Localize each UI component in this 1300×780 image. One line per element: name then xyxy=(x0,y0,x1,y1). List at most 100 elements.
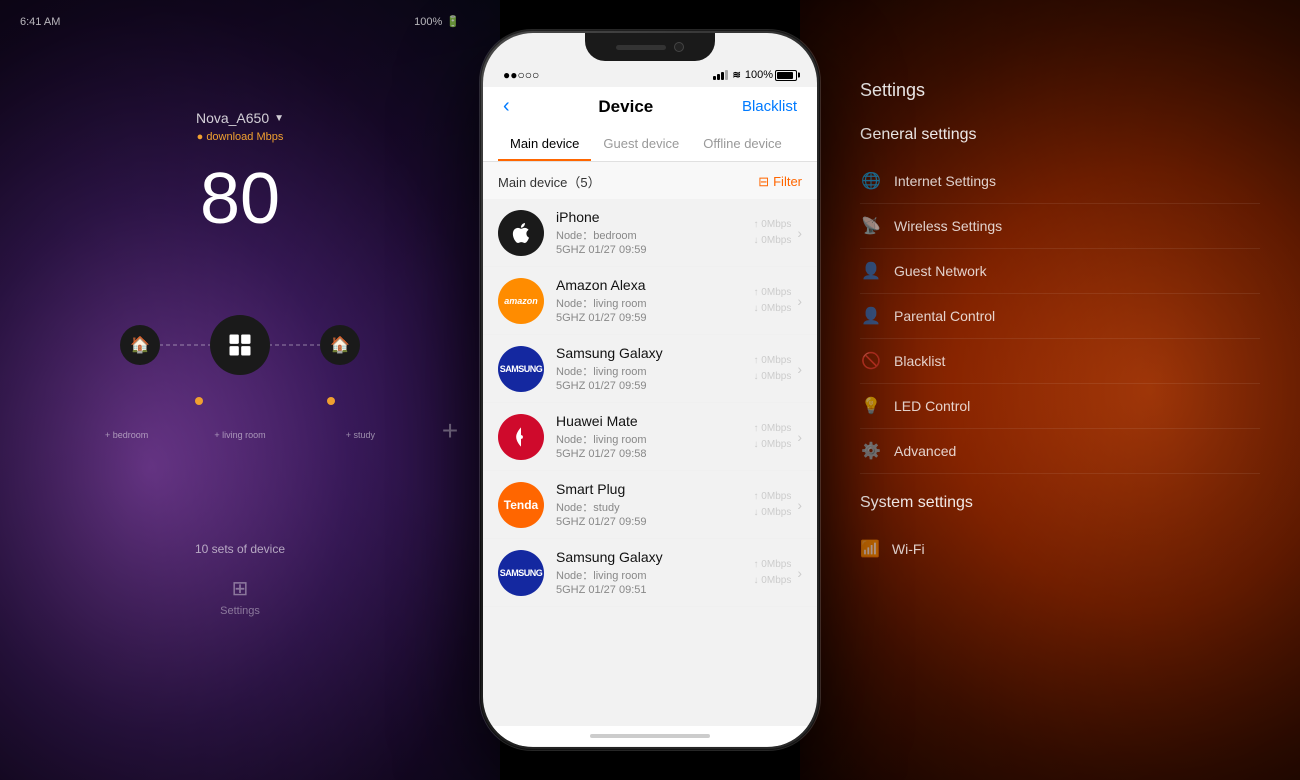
settings-label-left: Settings xyxy=(220,605,260,617)
label-study: + study xyxy=(346,430,375,440)
speed-down-alexa: ↓ 0Mbps xyxy=(754,301,792,317)
settings-guest-network[interactable]: 👤 Guest Network xyxy=(860,249,1260,294)
settings-internet[interactable]: 🌐 Internet Settings xyxy=(860,159,1260,204)
device-item-huawei[interactable]: Huawei Mate Node：living room 5GHZ 01/27 … xyxy=(483,403,817,471)
tab-main-device[interactable]: Main device xyxy=(498,126,591,161)
device-info-smartplug: Smart Plug Node：study 5GHZ 01/27 09:59 xyxy=(556,481,754,528)
phone-content: ‹ Device Blacklist Main device Guest dev… xyxy=(483,87,817,746)
device-avatar-iphone xyxy=(498,210,544,256)
settings-led[interactable]: 💡 LED Control xyxy=(860,384,1260,429)
device-list-header: Main device（5） ⊟ Filter xyxy=(483,162,817,199)
device-avatar-smartplug: Tenda xyxy=(498,482,544,528)
device-freq-smartplug: 5GHZ 01/27 09:59 xyxy=(556,516,754,528)
device-info-iphone: iPhone Node：bedroom 5GHZ 01/27 09:59 xyxy=(556,209,754,256)
device-info-alexa: Amazon Alexa Node：living room 5GHZ 01/27… xyxy=(556,277,754,324)
wifi-bottom-icon: 📶 xyxy=(860,539,880,559)
device-name-smartplug: Smart Plug xyxy=(556,481,754,497)
samsung-logo-2: SAMSUNG xyxy=(500,568,543,578)
device-node-alexa: Node：living room xyxy=(556,295,754,311)
big-speed-number: 80 xyxy=(200,163,280,235)
internet-icon: 🌐 xyxy=(860,171,882,191)
device-node-samsung2: Node：living room xyxy=(556,567,754,583)
left-time: 6:41 AM xyxy=(20,16,60,28)
wireless-icon: 📡 xyxy=(860,216,882,236)
speed-up-alexa: ↑ 0Mbps xyxy=(754,285,792,301)
download-speed: ● download Mbps xyxy=(197,131,284,143)
speed-down-samsung2: ↓ 0Mbps xyxy=(754,573,792,589)
device-item-smartplug[interactable]: Tenda Smart Plug Node：study 5GHZ 01/27 0… xyxy=(483,471,817,539)
wireless-label: Wireless Settings xyxy=(894,218,1002,234)
chevron-alexa: › xyxy=(797,293,802,309)
network-name[interactable]: Nova_A650 xyxy=(196,110,284,126)
node-living-room xyxy=(210,315,270,375)
device-node-huawei: Node：living room xyxy=(556,431,754,447)
tab-offline-device[interactable]: Offline device xyxy=(691,126,794,161)
amazon-logo: amazon xyxy=(504,296,538,306)
tab-guest-device[interactable]: Guest device xyxy=(591,126,691,161)
chevron-iphone: › xyxy=(797,225,802,241)
signal-bars xyxy=(713,70,728,80)
filter-button[interactable]: ⊟ Filter xyxy=(758,174,802,190)
system-section: System settings 📶 Wi-Fi xyxy=(860,494,1260,571)
device-avatar-samsung1: SAMSUNG xyxy=(498,346,544,392)
chevron-samsung1: › xyxy=(797,361,802,377)
speed-down-iphone: ↓ 0Mbps xyxy=(754,233,792,249)
signal-bar-2 xyxy=(717,74,720,80)
device-avatar-huawei xyxy=(498,414,544,460)
signal-bar-1 xyxy=(713,76,716,80)
settings-parental[interactable]: 👤 Parental Control xyxy=(860,294,1260,339)
device-speed-samsung1: ↑ 0Mbps ↓ 0Mbps xyxy=(754,353,792,385)
blacklist-label: Blacklist xyxy=(894,353,945,369)
device-item-alexa[interactable]: amazon Amazon Alexa Node：living room 5GH… xyxy=(483,267,817,335)
device-item-iphone[interactable]: iPhone Node：bedroom 5GHZ 01/27 09:59 ↑ 0… xyxy=(483,199,817,267)
front-camera xyxy=(674,42,684,52)
device-node-samsung1: Node：living room xyxy=(556,363,754,379)
guest-network-icon: 👤 xyxy=(860,261,882,281)
nav-title: Device xyxy=(598,97,653,117)
internet-label: Internet Settings xyxy=(894,173,996,189)
left-battery-area: 100% 🔋 xyxy=(414,15,460,28)
device-item-samsung2[interactable]: SAMSUNG Samsung Galaxy Node：living room … xyxy=(483,539,817,607)
parental-label: Parental Control xyxy=(894,308,995,324)
node-bedroom: 🏠 xyxy=(120,325,160,365)
battery-fill xyxy=(777,72,793,79)
phone-outer: ●●○○○ ≋ 100% xyxy=(480,30,820,750)
samsung-logo-1: SAMSUNG xyxy=(500,364,543,374)
device-avatar-alexa: amazon xyxy=(498,278,544,324)
led-label: LED Control xyxy=(894,398,970,414)
system-section-title: System settings xyxy=(860,494,1260,512)
device-name-iphone: iPhone xyxy=(556,209,754,225)
parental-icon: 👤 xyxy=(860,306,882,326)
left-panel: 6:41 AM 100% 🔋 Nova_A650 ● download Mbps… xyxy=(0,0,480,780)
device-speed-huawei: ↑ 0Mbps ↓ 0Mbps xyxy=(754,421,792,453)
blacklist-button[interactable]: Blacklist xyxy=(742,98,797,115)
general-section-title: General settings xyxy=(860,126,1260,144)
nav-bar: ‹ Device Blacklist xyxy=(483,87,817,126)
speed-down-smartplug: ↓ 0Mbps xyxy=(754,505,792,521)
home-indicator xyxy=(483,726,817,746)
label-living-room: + living room xyxy=(214,430,265,440)
signal-bar-3 xyxy=(721,72,724,80)
tab-bar: Main device Guest device Offline device xyxy=(483,126,817,162)
device-name-samsung2: Samsung Galaxy xyxy=(556,549,754,565)
device-item-samsung1[interactable]: SAMSUNG Samsung Galaxy Node：living room … xyxy=(483,335,817,403)
speed-down-samsung1: ↓ 0Mbps xyxy=(754,369,792,385)
tenda-logo: Tenda xyxy=(504,498,538,512)
add-device-button[interactable]: + xyxy=(442,415,458,447)
speed-up-huawei: ↑ 0Mbps xyxy=(754,421,792,437)
right-panel: ●●●○○ Sketch ≋ 9:41 AM 100% Settings Gen… xyxy=(820,0,1300,780)
device-freq-huawei: 5GHZ 01/27 09:58 xyxy=(556,448,754,460)
speed-down-huawei: ↓ 0Mbps xyxy=(754,437,792,453)
speed-up-samsung1: ↑ 0Mbps xyxy=(754,353,792,369)
left-battery-pct: 100% xyxy=(414,16,442,28)
advanced-icon: ⚙️ xyxy=(860,441,882,461)
wifi-item[interactable]: 📶 Wi-Fi xyxy=(860,527,1260,571)
mesh-diagram: 🏠 🏠 + bedroom + living room + study xyxy=(100,265,380,425)
settings-blacklist[interactable]: 🚫 Blacklist xyxy=(860,339,1260,384)
settings-wireless[interactable]: 📡 Wireless Settings xyxy=(860,204,1260,249)
led-icon: 💡 xyxy=(860,396,882,416)
back-button[interactable]: ‹ xyxy=(503,95,510,118)
chevron-samsung2: › xyxy=(797,565,802,581)
settings-advanced[interactable]: ⚙️ Advanced xyxy=(860,429,1260,474)
device-count: Main device（5） xyxy=(498,172,601,191)
